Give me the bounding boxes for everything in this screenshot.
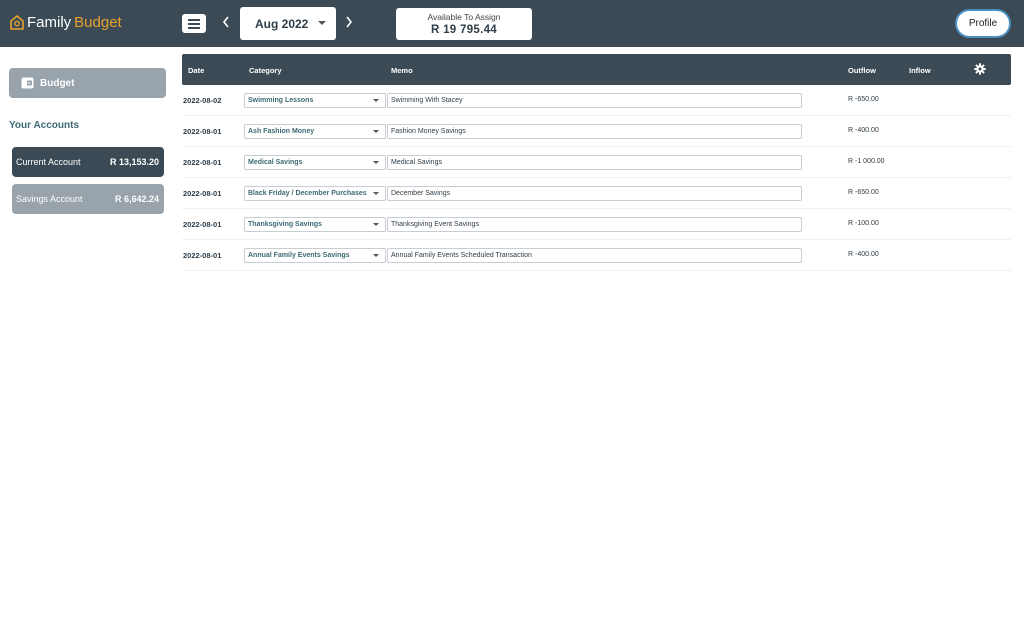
row-date: 2022-08-01 bbox=[183, 189, 222, 198]
sidebar: Budget Your Accounts Current Account R 1… bbox=[0, 47, 176, 640]
chevron-down-icon bbox=[373, 130, 379, 133]
row-date: 2022-08-01 bbox=[183, 127, 222, 136]
column-header-memo[interactable]: Memo bbox=[391, 66, 413, 75]
row-outflow[interactable]: R -650.00 bbox=[848, 96, 879, 103]
row-date: 2022-08-01 bbox=[183, 251, 222, 260]
column-header-inflow[interactable]: Inflow bbox=[909, 66, 931, 75]
row-outflow[interactable]: R -400.00 bbox=[848, 251, 879, 258]
chevron-right-icon bbox=[346, 16, 353, 28]
account-balance: R 6,642.24 bbox=[114, 194, 159, 204]
chevron-down-icon bbox=[373, 223, 379, 226]
top-bar: Family Budget Aug 2022 Available To Assi… bbox=[0, 0, 1024, 47]
column-header-outflow[interactable]: Outflow bbox=[848, 66, 876, 75]
row-outflow[interactable]: R -100.00 bbox=[848, 220, 879, 227]
category-value: Ash Fashion Money bbox=[248, 128, 315, 135]
row-outflow[interactable]: R -400.00 bbox=[848, 127, 879, 134]
category-select[interactable]: Swimming Lessons bbox=[244, 93, 386, 108]
table-row[interactable]: 2022-08-02 Swimming Lessons Swimming Wit… bbox=[182, 85, 1011, 116]
chevron-down-icon bbox=[373, 192, 379, 195]
logo-text-family: Family bbox=[27, 14, 72, 31]
category-select[interactable]: Medical Savings bbox=[244, 155, 386, 170]
available-to-assign: Available To Assign R 19 795.44 bbox=[396, 8, 532, 40]
category-value: Swimming Lessons bbox=[248, 97, 314, 104]
category-select[interactable]: Thanksgiving Savings bbox=[244, 217, 386, 232]
budget-nav-button[interactable]: Budget bbox=[9, 68, 166, 98]
category-select[interactable]: Ash Fashion Money bbox=[244, 124, 386, 139]
prev-month-button[interactable] bbox=[218, 14, 234, 34]
assign-value: R 19 795.44 bbox=[431, 24, 497, 36]
account-savings[interactable]: Savings Account R 6,642.24 bbox=[12, 184, 164, 214]
row-date: 2022-08-01 bbox=[183, 158, 222, 167]
category-value: Black Friday / December Purchases bbox=[248, 190, 367, 197]
account-name: Current Account bbox=[16, 157, 81, 167]
gear-icon[interactable] bbox=[974, 63, 986, 75]
wallet-icon bbox=[21, 77, 34, 89]
row-date: 2022-08-01 bbox=[183, 220, 222, 229]
memo-input[interactable]: Medical Savings bbox=[387, 155, 802, 170]
menu-button[interactable] bbox=[182, 14, 206, 33]
month-label: Aug 2022 bbox=[255, 16, 309, 31]
column-header-category[interactable]: Category bbox=[249, 66, 282, 75]
memo-input[interactable]: Annual Family Events Scheduled Transacti… bbox=[387, 248, 802, 263]
next-month-button[interactable] bbox=[341, 14, 357, 34]
table-row[interactable]: 2022-08-01 Annual Family Events Savings … bbox=[182, 240, 1011, 271]
row-outflow[interactable]: R -1 000.00 bbox=[848, 158, 885, 165]
chevron-down-icon bbox=[318, 21, 326, 25]
accounts-heading: Your Accounts bbox=[9, 120, 80, 131]
transactions-table-header: Date Category Memo Outflow Inflow bbox=[182, 54, 1011, 85]
memo-input[interactable]: Fashion Money Savings bbox=[387, 124, 802, 139]
table-row[interactable]: 2022-08-01 Thanksgiving Savings Thanksgi… bbox=[182, 209, 1011, 240]
app-logo[interactable]: Family Budget bbox=[10, 14, 122, 31]
profile-button[interactable]: Profile bbox=[955, 9, 1011, 38]
category-value: Medical Savings bbox=[248, 159, 303, 166]
category-select[interactable]: Black Friday / December Purchases bbox=[244, 186, 386, 201]
chevron-left-icon bbox=[222, 16, 229, 28]
chevron-down-icon bbox=[373, 99, 379, 102]
chevron-down-icon bbox=[373, 161, 379, 164]
assign-label: Available To Assign bbox=[427, 12, 501, 22]
category-value: Thanksgiving Savings bbox=[248, 221, 322, 228]
account-name: Savings Account bbox=[16, 194, 83, 204]
memo-input[interactable]: December Savings bbox=[387, 186, 802, 201]
table-row[interactable]: 2022-08-01 Ash Fashion Money Fashion Mon… bbox=[182, 116, 1011, 147]
table-row[interactable]: 2022-08-01 Medical Savings Medical Savin… bbox=[182, 147, 1011, 178]
budget-nav-label: Budget bbox=[40, 77, 75, 89]
chevron-down-icon bbox=[373, 254, 379, 257]
house-icon bbox=[10, 15, 24, 30]
account-balance: R 13,153.20 bbox=[109, 157, 159, 167]
memo-input[interactable]: Swimming With Stacey bbox=[387, 93, 802, 108]
table-row[interactable]: 2022-08-01 Black Friday / December Purch… bbox=[182, 178, 1011, 209]
category-value: Annual Family Events Savings bbox=[248, 252, 350, 259]
month-selector[interactable]: Aug 2022 bbox=[240, 7, 336, 40]
memo-input[interactable]: Thanksgiving Event Savings bbox=[387, 217, 802, 232]
row-date: 2022-08-02 bbox=[183, 96, 222, 105]
logo-text-budget: Budget bbox=[74, 14, 122, 31]
row-outflow[interactable]: R -650.00 bbox=[848, 189, 879, 196]
column-header-date[interactable]: Date bbox=[188, 66, 204, 75]
account-current[interactable]: Current Account R 13,153.20 bbox=[12, 147, 164, 177]
category-select[interactable]: Annual Family Events Savings bbox=[244, 248, 386, 263]
hamburger-icon bbox=[188, 18, 200, 21]
